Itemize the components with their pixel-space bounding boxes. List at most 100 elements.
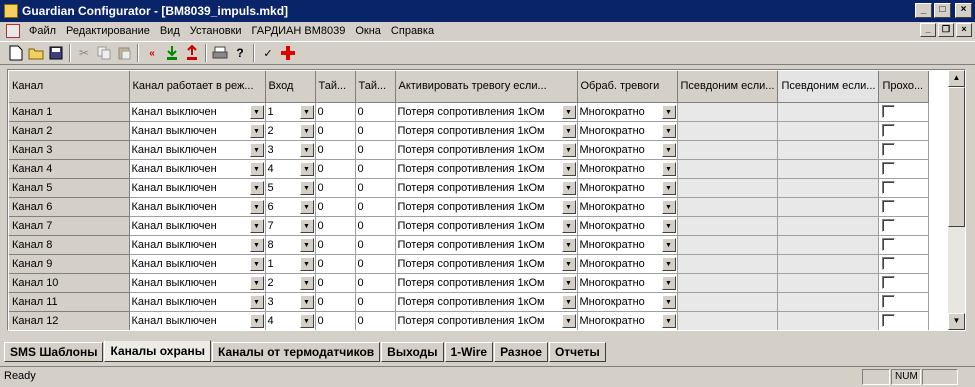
rewind-icon[interactable]: « bbox=[142, 43, 162, 63]
timer1-field[interactable]: 0 bbox=[315, 197, 356, 217]
pass-checkbox[interactable] bbox=[882, 143, 896, 156]
activate-select[interactable]: Потеря сопротивления 1кОм ▼ bbox=[395, 140, 578, 160]
alias2-field[interactable] bbox=[777, 102, 880, 122]
channels-grid[interactable]: Канал Канал работает в реж... Вход Тай..… bbox=[7, 69, 966, 331]
activate-select[interactable]: Потеря сопротивления 1кОм ▼ bbox=[395, 159, 578, 179]
input-select[interactable]: 7 ▼ bbox=[265, 216, 316, 236]
pass-checkbox-cell[interactable] bbox=[878, 140, 930, 160]
activate-select[interactable]: Потеря сопротивления 1кОм ▼ bbox=[395, 197, 578, 217]
print-icon[interactable] bbox=[210, 43, 230, 63]
mode-select[interactable]: Канал выключен ▼ bbox=[129, 197, 266, 217]
timer1-field[interactable]: 0 bbox=[315, 178, 356, 198]
col-header-handling[interactable]: Обраб. тревоги bbox=[577, 71, 678, 103]
dropdown-arrow-icon[interactable]: ▼ bbox=[249, 218, 264, 233]
timer1-field[interactable]: 0 bbox=[315, 121, 356, 141]
pass-checkbox[interactable] bbox=[882, 200, 896, 213]
dropdown-arrow-icon[interactable]: ▼ bbox=[661, 142, 676, 157]
dropdown-arrow-icon[interactable]: ▼ bbox=[249, 180, 264, 195]
timer1-field[interactable]: 0 bbox=[315, 273, 356, 293]
handling-select[interactable]: Многократно ▼ bbox=[577, 140, 678, 160]
activate-select[interactable]: Потеря сопротивления 1кОм ▼ bbox=[395, 216, 578, 236]
scroll-thumb[interactable] bbox=[948, 87, 965, 227]
tab-outputs[interactable]: Выходы bbox=[381, 342, 444, 362]
alias2-field[interactable] bbox=[777, 254, 880, 274]
table-row[interactable]: Канал 10 Канал выключен ▼ 2 ▼ 0 0 Потеря сопрот… bbox=[9, 273, 930, 293]
alias1-field[interactable] bbox=[677, 311, 779, 330]
tab-thermo-channels[interactable]: Каналы от термодатчиков bbox=[211, 342, 381, 362]
handling-select[interactable]: Многократно ▼ bbox=[577, 292, 678, 312]
dropdown-arrow-icon[interactable]: ▼ bbox=[661, 123, 676, 138]
mode-select[interactable]: Канал выключен ▼ bbox=[129, 273, 266, 293]
pass-checkbox-cell[interactable] bbox=[878, 197, 930, 217]
copy-icon[interactable] bbox=[94, 43, 114, 63]
menu-edit[interactable]: Редактирование bbox=[61, 25, 155, 37]
dropdown-arrow-icon[interactable]: ▼ bbox=[299, 161, 314, 176]
dropdown-arrow-icon[interactable]: ▼ bbox=[561, 180, 576, 195]
alias1-field[interactable] bbox=[677, 254, 779, 274]
dropdown-arrow-icon[interactable]: ▼ bbox=[299, 218, 314, 233]
mode-select[interactable]: Канал выключен ▼ bbox=[129, 102, 266, 122]
tab-security-channels[interactable]: Каналы охраны bbox=[104, 340, 211, 362]
alias1-field[interactable] bbox=[677, 159, 779, 179]
input-select[interactable]: 3 ▼ bbox=[265, 292, 316, 312]
pass-checkbox-cell[interactable] bbox=[878, 216, 930, 236]
timer1-field[interactable]: 0 bbox=[315, 140, 356, 160]
mdi-minimize-button[interactable]: _ bbox=[920, 23, 936, 37]
close-button[interactable]: × bbox=[955, 3, 972, 18]
mode-select[interactable]: Канал выключен ▼ bbox=[129, 235, 266, 255]
table-row[interactable]: Канал 1 Канал выключен ▼ 1 ▼ 0 0 Потеря сопроти… bbox=[9, 102, 930, 122]
table-row[interactable]: Канал 8 Канал выключен ▼ 8 ▼ 0 0 Потеря сопроти… bbox=[9, 235, 930, 255]
menu-settings[interactable]: Установки bbox=[185, 25, 247, 37]
alias1-field[interactable] bbox=[677, 140, 779, 160]
alias2-field[interactable] bbox=[777, 311, 880, 330]
dropdown-arrow-icon[interactable]: ▼ bbox=[661, 161, 676, 176]
upload-icon[interactable] bbox=[182, 43, 202, 63]
activate-select[interactable]: Потеря сопротивления 1кОм ▼ bbox=[395, 121, 578, 141]
input-select[interactable]: 5 ▼ bbox=[265, 178, 316, 198]
input-select[interactable]: 1 ▼ bbox=[265, 254, 316, 274]
alias2-field[interactable] bbox=[777, 235, 880, 255]
pass-checkbox[interactable] bbox=[882, 181, 896, 194]
scroll-down-button[interactable]: ▼ bbox=[948, 313, 965, 330]
input-select[interactable]: 1 ▼ bbox=[265, 102, 316, 122]
pass-checkbox[interactable] bbox=[882, 219, 896, 232]
pass-checkbox[interactable] bbox=[882, 276, 896, 289]
activate-select[interactable]: Потеря сопротивления 1кОм ▼ bbox=[395, 311, 578, 330]
dropdown-arrow-icon[interactable]: ▼ bbox=[561, 313, 576, 328]
dropdown-arrow-icon[interactable]: ▼ bbox=[661, 218, 676, 233]
mode-select[interactable]: Канал выключен ▼ bbox=[129, 159, 266, 179]
menu-windows[interactable]: Окна bbox=[350, 25, 386, 37]
dropdown-arrow-icon[interactable]: ▼ bbox=[561, 256, 576, 271]
mode-select[interactable]: Канал выключен ▼ bbox=[129, 121, 266, 141]
input-select[interactable]: 4 ▼ bbox=[265, 311, 316, 330]
alias2-field[interactable] bbox=[777, 140, 880, 160]
dropdown-arrow-icon[interactable]: ▼ bbox=[661, 256, 676, 271]
document-icon[interactable] bbox=[6, 24, 20, 38]
timer1-field[interactable]: 0 bbox=[315, 102, 356, 122]
timer2-field[interactable]: 0 bbox=[355, 311, 396, 330]
cut-icon[interactable]: ✂ bbox=[74, 43, 94, 63]
dropdown-arrow-icon[interactable]: ▼ bbox=[299, 256, 314, 271]
input-select[interactable]: 8 ▼ bbox=[265, 235, 316, 255]
tab-sms-templates[interactable]: SMS Шаблоны bbox=[4, 342, 104, 362]
alias2-field[interactable] bbox=[777, 159, 880, 179]
timer2-field[interactable]: 0 bbox=[355, 292, 396, 312]
timer1-field[interactable]: 0 bbox=[315, 159, 356, 179]
open-icon[interactable] bbox=[26, 43, 46, 63]
dropdown-arrow-icon[interactable]: ▼ bbox=[561, 218, 576, 233]
dropdown-arrow-icon[interactable]: ▼ bbox=[249, 123, 264, 138]
dropdown-arrow-icon[interactable]: ▼ bbox=[661, 104, 676, 119]
handling-select[interactable]: Многократно ▼ bbox=[577, 273, 678, 293]
pass-checkbox-cell[interactable] bbox=[878, 273, 930, 293]
dropdown-arrow-icon[interactable]: ▼ bbox=[299, 237, 314, 252]
dropdown-arrow-icon[interactable]: ▼ bbox=[561, 142, 576, 157]
dropdown-arrow-icon[interactable]: ▼ bbox=[299, 313, 314, 328]
pass-checkbox[interactable] bbox=[882, 314, 896, 327]
table-row[interactable]: Канал 4 Канал выключен ▼ 4 ▼ 0 0 Потеря сопроти… bbox=[9, 159, 930, 179]
input-select[interactable]: 2 ▼ bbox=[265, 121, 316, 141]
col-header-alias1[interactable]: Псевдоним если... bbox=[677, 71, 779, 103]
handling-select[interactable]: Многократно ▼ bbox=[577, 178, 678, 198]
dropdown-arrow-icon[interactable]: ▼ bbox=[561, 161, 576, 176]
alias2-field[interactable] bbox=[777, 178, 880, 198]
col-header-mode[interactable]: Канал работает в реж... bbox=[129, 71, 266, 103]
